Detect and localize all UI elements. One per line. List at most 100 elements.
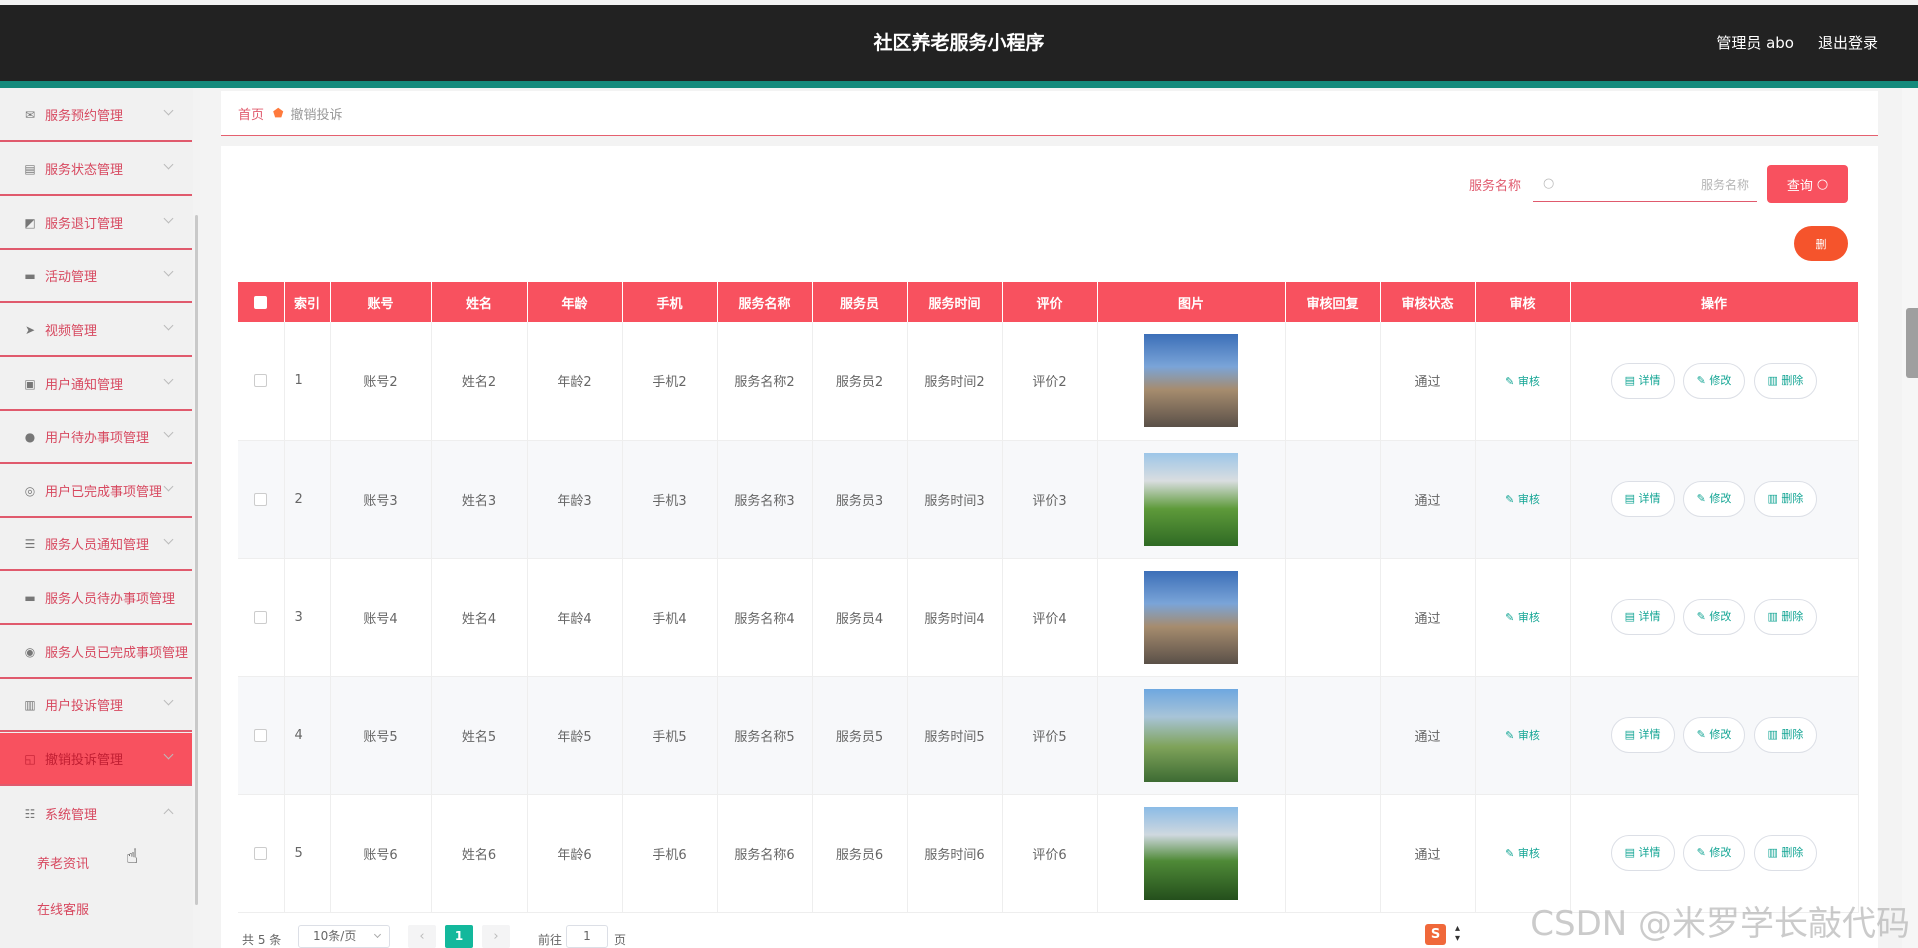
edit-button[interactable]: ✎ 修改 (1682, 481, 1746, 517)
sidebar-item-staff-todo[interactable]: ▬ 服务人员待办事项管理 (0, 572, 192, 625)
breadcrumb-home[interactable]: 首页 (238, 104, 264, 123)
sidebar-item-user-done[interactable]: ◎ 用户已完成事项管理 (0, 465, 192, 518)
sidebar-item-activity[interactable]: ▬ 活动管理 (0, 250, 192, 303)
row-select-cell[interactable] (238, 440, 285, 559)
detail-button[interactable]: ▤ 详情 (1610, 481, 1675, 517)
row-select-cell[interactable] (238, 322, 285, 441)
edit-button[interactable]: ✎ 修改 (1682, 599, 1746, 635)
cell-service: 服务名称3 (717, 440, 813, 559)
sidebar-item-staff-notice[interactable]: ☰ 服务人员通知管理 (0, 518, 192, 571)
cell-actions: ▤ 详情 ✎ 修改 ▥ 删除 (1570, 794, 1859, 913)
window-scrollbar[interactable] (1902, 88, 1918, 948)
batch-delete-button[interactable]: 删 (1794, 226, 1848, 261)
column-header: 年龄 (527, 282, 623, 322)
building-thumbnail[interactable] (1144, 688, 1238, 782)
audit-link[interactable]: ✎ 审核 (1505, 611, 1540, 624)
edit-button[interactable]: ✎ 修改 (1682, 835, 1746, 871)
delete-button[interactable]: ▥ 删除 (1753, 481, 1818, 517)
document-icon: ▤ (1624, 728, 1639, 741)
cell-account: 账号5 (330, 676, 432, 795)
delete-button[interactable]: ▥ 删除 (1753, 599, 1818, 635)
cell-name: 姓名4 (431, 558, 528, 677)
cell-image (1097, 322, 1286, 441)
audit-link[interactable]: ✎ 审核 (1505, 847, 1540, 860)
cell-service: 服务名称2 (717, 322, 813, 441)
row-select-cell[interactable] (238, 794, 285, 913)
detail-button[interactable]: ▤ 详情 (1610, 717, 1675, 753)
row-checkbox[interactable] (254, 846, 268, 860)
sidebar-item-label: 用户通知管理 (45, 378, 124, 393)
prev-page-button[interactable]: ‹ (408, 925, 436, 948)
cell-status: 通过 (1380, 440, 1476, 559)
sidebar-item-video[interactable]: ➤ 视频管理 (0, 304, 192, 357)
sogou-ime-icon[interactable]: S (1425, 924, 1446, 945)
sidebar-item-revoke-complaint[interactable]: ◱ 撤销投诉管理 (0, 733, 192, 786)
table-row: 4 账号5 姓名5 年龄5 手机5 服务名称5 服务员5 服务时间5 评价5 通… (238, 676, 1859, 795)
next-page-button[interactable]: › (482, 925, 510, 948)
delete-button[interactable]: ▥ 删除 (1753, 835, 1818, 871)
sidebar-item-label: 服务人员通知管理 (45, 538, 150, 553)
audit-link[interactable]: ✎ 审核 (1505, 493, 1540, 506)
chevron-down-icon (163, 695, 174, 706)
chevron-down-icon (163, 213, 174, 224)
bar-icon: ▥ (24, 697, 36, 712)
sidebar-subitem-online-service[interactable]: 在线客服 (37, 899, 89, 918)
search-input[interactable] (1563, 174, 1749, 196)
building-thumbnail[interactable] (1144, 334, 1238, 428)
sidebar-item-system[interactable]: ☷ 系统管理 (0, 787, 192, 840)
logout-link[interactable]: 退出登录 (1818, 32, 1878, 53)
sidebar-item-service-booking[interactable]: ✉ 服务预约管理 (0, 89, 192, 142)
edit-button[interactable]: ✎ 修改 (1682, 717, 1746, 753)
detail-button[interactable]: ▤ 详情 (1610, 835, 1675, 871)
audit-link[interactable]: ✎ 审核 (1505, 729, 1540, 742)
sidebar-item-service-cancel[interactable]: ◩ 服务退订管理 (0, 197, 192, 250)
row-checkbox[interactable] (254, 610, 268, 624)
cell-account: 账号2 (330, 322, 432, 441)
query-button[interactable]: 查询 ○ (1767, 165, 1848, 203)
cell-age: 年龄6 (527, 794, 623, 913)
row-checkbox[interactable] (254, 492, 268, 506)
audit-link[interactable]: ✎ 审核 (1505, 375, 1540, 388)
sidebar-item-user-complaint[interactable]: ▥ 用户投诉管理 (0, 679, 192, 732)
column-header: 服务名称 (717, 282, 813, 322)
window-scrollbar-thumb[interactable] (1906, 308, 1918, 378)
cell-staff: 服务员4 (812, 558, 908, 677)
sidebar-scrollbar-thumb[interactable] (195, 215, 198, 905)
sidebar-item-label: 用户待办事项管理 (45, 431, 150, 446)
sidebar-item-staff-done[interactable]: ◉ 服务人员已完成事项管理 (0, 626, 192, 679)
row-select-cell[interactable] (238, 558, 285, 677)
table-row: 3 账号4 姓名4 年龄4 手机4 服务名称4 服务员4 服务时间4 评价4 通… (238, 558, 1859, 677)
edit-button[interactable]: ✎ 修改 (1682, 362, 1746, 399)
chevron-down-icon (373, 930, 382, 939)
row-select-cell[interactable] (238, 676, 285, 795)
building-thumbnail[interactable] (1144, 570, 1238, 664)
cell-phone: 手机2 (622, 322, 718, 441)
building-thumbnail[interactable] (1144, 452, 1238, 546)
cell-reply (1285, 322, 1381, 441)
detail-button[interactable]: ▤ 详情 (1610, 599, 1675, 635)
goto-page-input[interactable]: 1 (566, 925, 608, 948)
search-field[interactable]: ○ (1533, 168, 1757, 202)
building-thumbnail[interactable] (1144, 806, 1238, 900)
select-all-header[interactable] (238, 282, 285, 322)
cell-account: 账号3 (330, 440, 432, 559)
row-checkbox[interactable] (254, 728, 268, 742)
delete-button[interactable]: ▥ 删除 (1753, 362, 1818, 399)
detail-button[interactable]: ▤ 详情 (1610, 362, 1675, 399)
edit-icon: ✎ (1505, 729, 1518, 742)
sidebar-item-service-status[interactable]: ▤ 服务状态管理 (0, 143, 192, 196)
select-all-checkbox[interactable] (254, 295, 268, 309)
sidebar-subitem-elderly-news[interactable]: 养老资讯 (37, 853, 89, 872)
page-size-select[interactable]: 10条/页 (298, 925, 390, 948)
row-checkbox[interactable] (254, 374, 268, 388)
sidebar-item-user-notice[interactable]: ▣ 用户通知管理 (0, 358, 192, 411)
cell-actions: ▤ 详情 ✎ 修改 ▥ 删除 (1570, 676, 1859, 795)
user-icon: ● (24, 429, 36, 444)
sidebar-item-user-todo[interactable]: ● 用户待办事项管理 (0, 411, 192, 464)
delete-button[interactable]: ▥ 删除 (1753, 717, 1818, 753)
cell-actions: ▤ 详情 ✎ 修改 ▥ 删除 (1570, 440, 1859, 559)
cell-staff: 服务员6 (812, 794, 908, 913)
complaint-table: 索引 账号 姓名 年龄 手机 服务名称 服务员 服务时间 评价 图片 审核回复 … (238, 282, 1859, 913)
page-number-button[interactable]: 1 (445, 925, 473, 948)
message-icon: ▬ (24, 590, 36, 605)
